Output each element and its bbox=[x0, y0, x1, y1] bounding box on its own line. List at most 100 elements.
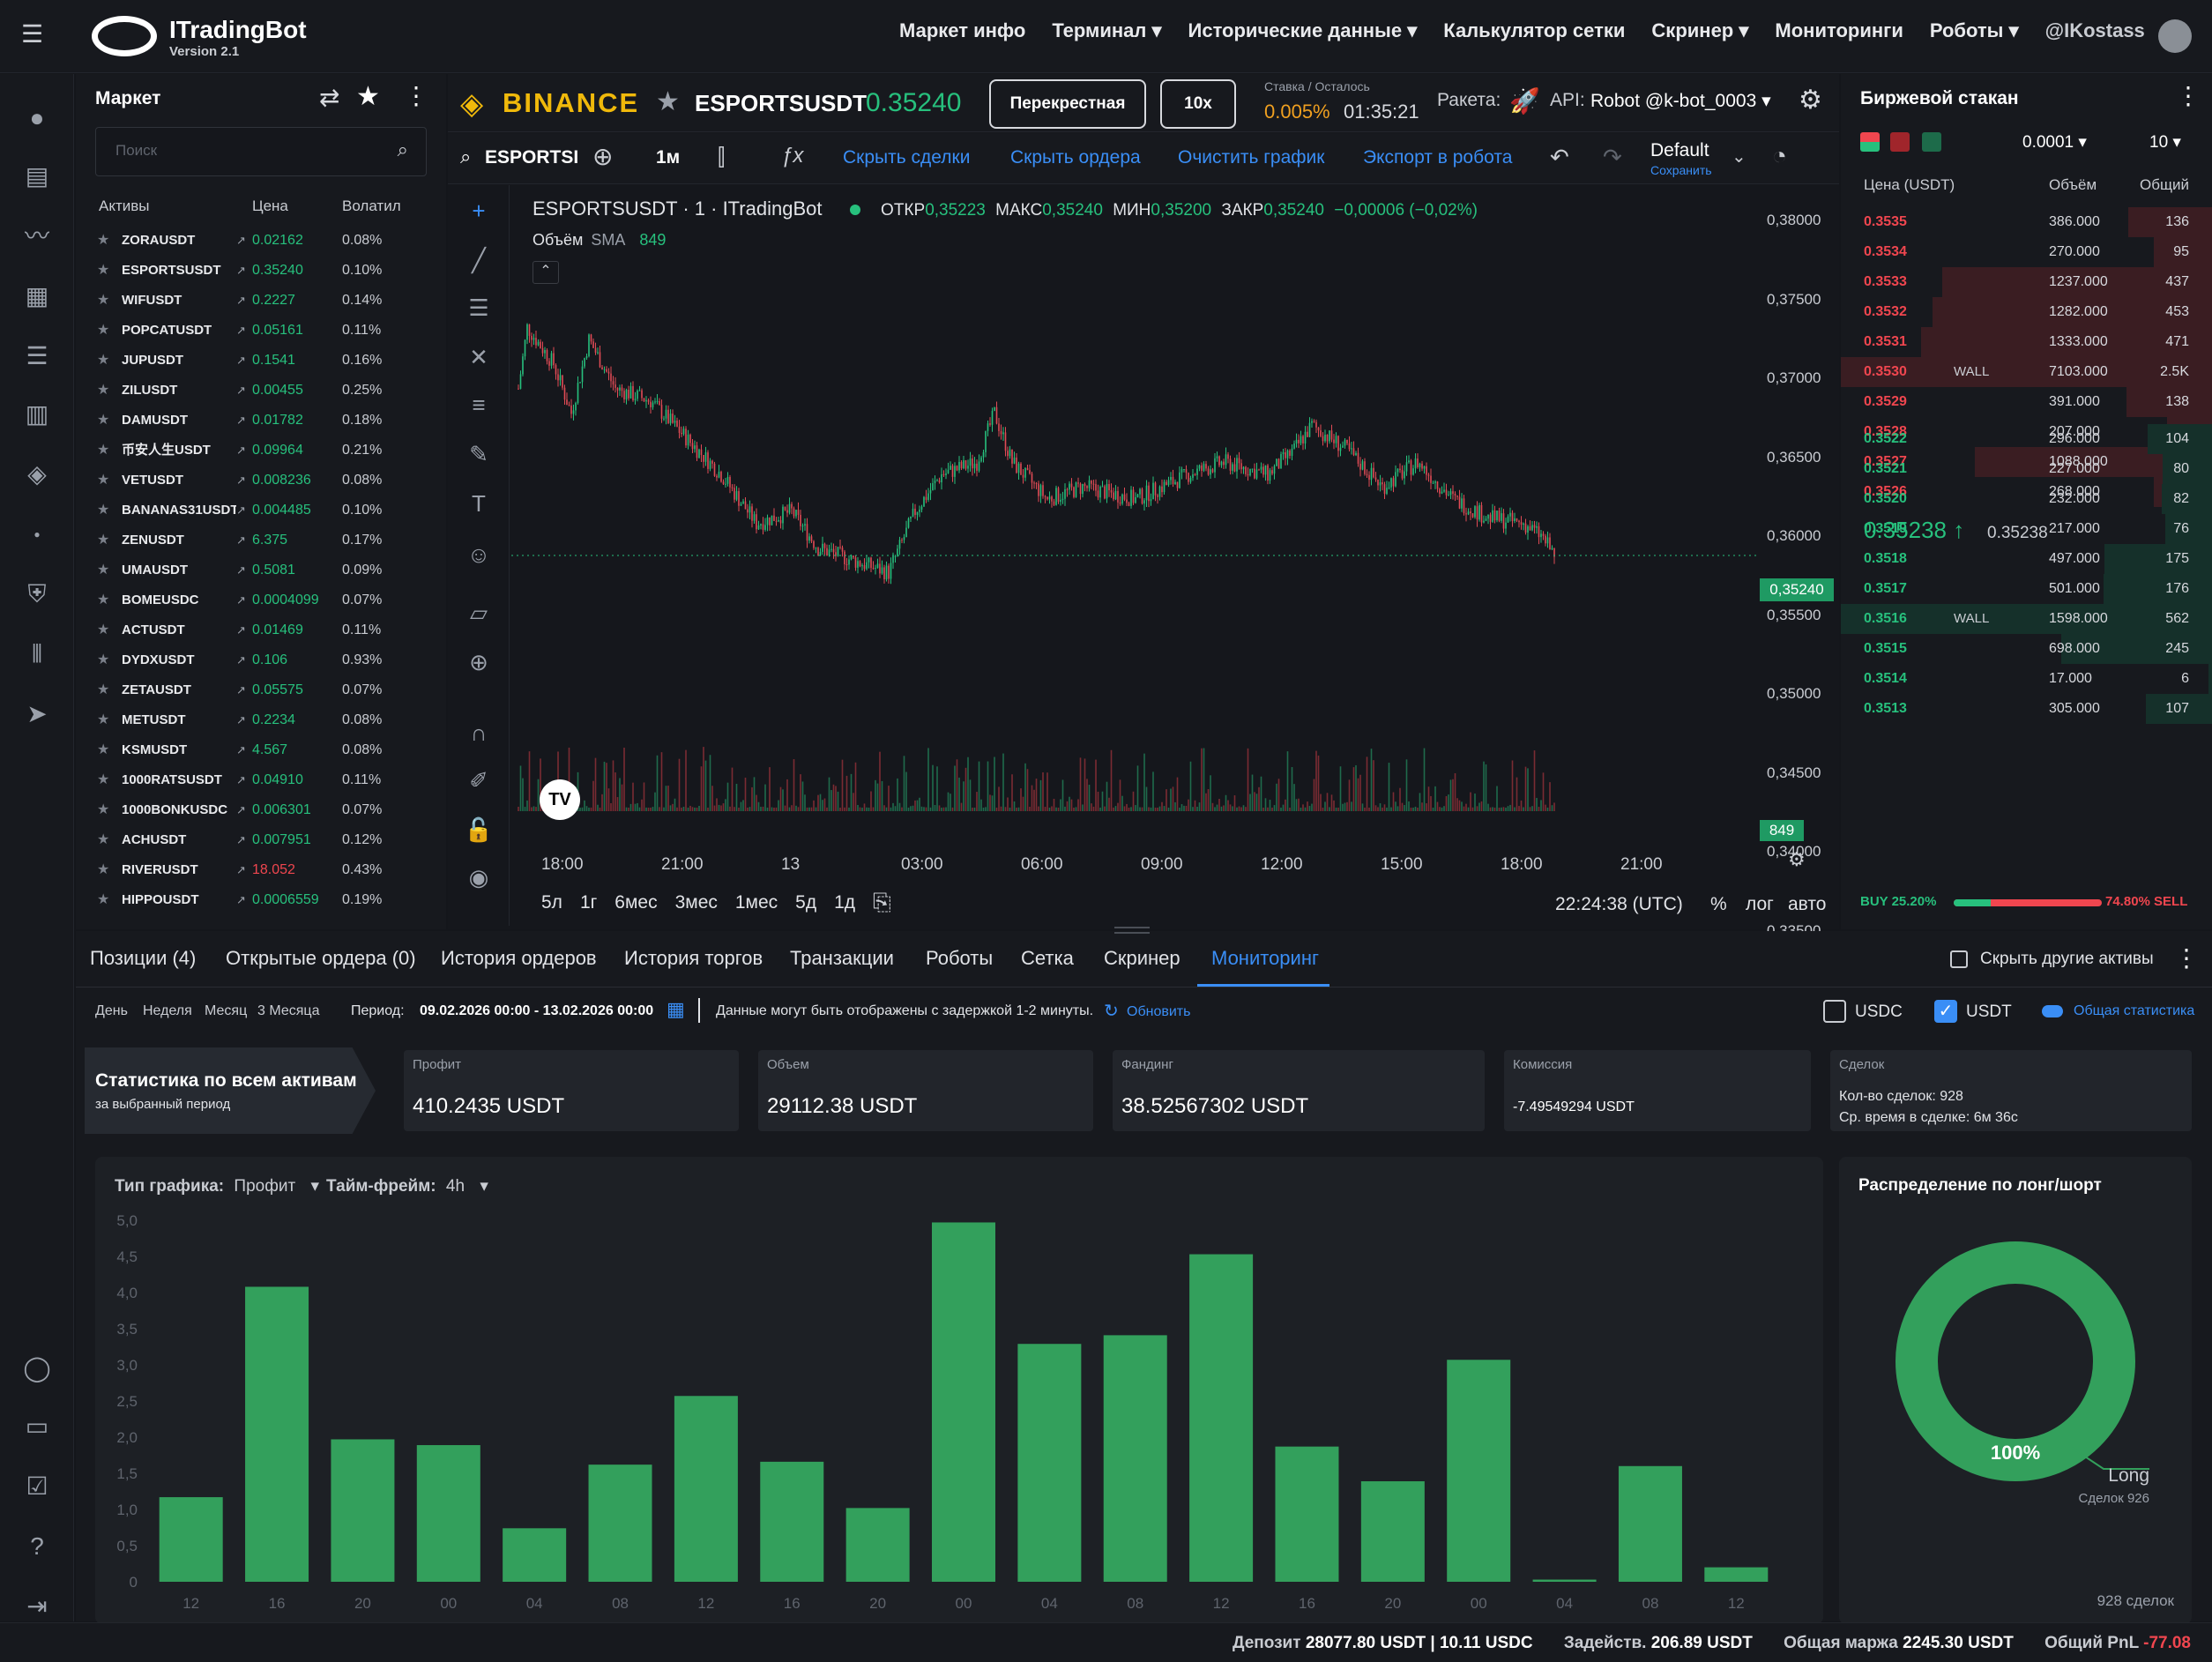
bid-row[interactable]: 0.3517 501.000 176 bbox=[1841, 574, 2212, 604]
market-row[interactable]: ★ KSMUSDT ↗ 4.567 0.08% bbox=[76, 735, 446, 765]
market-row[interactable]: ★ POPCATUSDT ↗ 0.05161 0.11% bbox=[76, 316, 446, 346]
menu-toggle-icon[interactable]: ☰ bbox=[21, 21, 51, 48]
market-row[interactable]: ★ WIFUSDT ↗ 0.2227 0.14% bbox=[76, 286, 446, 316]
zoom-icon[interactable]: ⊕ bbox=[464, 649, 494, 679]
bid-row[interactable]: 0.3513 305.000 107 bbox=[1841, 694, 2212, 724]
dashboard-icon[interactable]: ▦ bbox=[19, 279, 55, 314]
timeframe-select[interactable]: 4h bbox=[446, 1177, 465, 1196]
help-icon[interactable]: ? bbox=[19, 1529, 55, 1564]
star-icon[interactable]: ★ bbox=[97, 885, 109, 915]
star-icon[interactable]: ★ bbox=[97, 436, 109, 466]
open-link-icon[interactable]: ↗ bbox=[236, 256, 246, 286]
period-day[interactable]: День bbox=[95, 1003, 128, 1019]
more-icon[interactable]: ⋮ bbox=[404, 81, 428, 110]
view-both-icon[interactable] bbox=[1860, 132, 1880, 152]
pattern-icon[interactable]: ✕ bbox=[464, 344, 494, 374]
profit-bar[interactable] bbox=[1532, 1579, 1597, 1582]
fib-icon[interactable]: ☰ bbox=[464, 294, 494, 324]
profit-bar[interactable] bbox=[1189, 1254, 1254, 1582]
profit-bar[interactable] bbox=[1447, 1360, 1511, 1582]
bybit-icon[interactable]: ● bbox=[19, 517, 55, 552]
open-link-icon[interactable]: ↗ bbox=[236, 316, 246, 346]
col-vol[interactable]: Волатил bbox=[342, 198, 401, 215]
symbol-search-input[interactable]: ESPORTSI bbox=[485, 147, 578, 168]
checklist-icon[interactable]: ☑ bbox=[19, 1469, 55, 1504]
ask-row[interactable]: 0.3534 270.000 95 bbox=[1841, 237, 2212, 267]
menu-screener[interactable]: Скринер ▾ bbox=[1651, 19, 1748, 42]
profit-bar[interactable] bbox=[416, 1445, 480, 1582]
market-symbol[interactable]: HIPPOUSDT bbox=[122, 885, 236, 915]
range-button[interactable]: 6мес bbox=[614, 892, 657, 924]
indicators-icon[interactable]: ƒx bbox=[781, 144, 803, 168]
star-icon[interactable]: ★ bbox=[97, 735, 109, 765]
open-link-icon[interactable]: ↗ bbox=[236, 825, 246, 855]
export-robot-link[interactable]: Экспорт в робота bbox=[1363, 147, 1512, 168]
star-icon[interactable]: ★ bbox=[97, 286, 109, 316]
usdc-checkbox[interactable] bbox=[1823, 1000, 1846, 1023]
tab-trade-history[interactable]: История торгов bbox=[624, 947, 763, 970]
add-symbol-icon[interactable]: ⊕ bbox=[592, 142, 613, 171]
timeframe-caret-icon[interactable]: ▾ bbox=[480, 1177, 488, 1196]
open-link-icon[interactable]: ↗ bbox=[236, 705, 246, 735]
profit-bar[interactable] bbox=[1360, 1481, 1425, 1582]
market-row[interactable]: ★ VETUSDT ↗ 0.008236 0.08% bbox=[76, 466, 446, 496]
menu-market-info[interactable]: Маркет инфо bbox=[899, 19, 1025, 42]
ask-row[interactable]: 0.3530 WALL 7103.000 2.5K bbox=[1841, 357, 2212, 387]
bid-row[interactable]: 0.3522 296.000 104 bbox=[1841, 424, 2212, 454]
market-symbol[interactable]: ZENUSDT bbox=[122, 525, 236, 555]
scale-percent[interactable]: % bbox=[1710, 894, 1727, 915]
profit-bar[interactable] bbox=[588, 1464, 652, 1582]
period-value[interactable]: 09.02.2026 00:00 - 13.02.2026 00:00 bbox=[420, 1003, 653, 1019]
trend-icon[interactable]: 〰 bbox=[19, 219, 55, 254]
profit-bar[interactable] bbox=[1704, 1567, 1769, 1582]
market-symbol[interactable]: 1000RATSUSDT bbox=[122, 765, 236, 795]
book-icon[interactable]: ▭ bbox=[19, 1409, 55, 1444]
shield-icon[interactable]: ⛨ bbox=[19, 577, 55, 612]
star-icon[interactable]: ★ bbox=[97, 705, 109, 735]
tick-select[interactable]: 0.0001 ▾ bbox=[2022, 132, 2087, 153]
market-row[interactable]: ★ UMAUSDT ↗ 0.5081 0.09% bbox=[76, 555, 446, 585]
star-icon[interactable]: ★ bbox=[97, 496, 109, 525]
logo-small-icon[interactable]: ◯ bbox=[19, 1351, 55, 1386]
open-link-icon[interactable]: ↗ bbox=[236, 855, 246, 885]
market-symbol[interactable]: ACTUSDT bbox=[122, 615, 236, 645]
market-row[interactable]: ★ HIPPOUSDT ↗ 0.0006559 0.19% bbox=[76, 885, 446, 915]
price-chart[interactable] bbox=[511, 185, 1760, 846]
candles-icon[interactable]: ⫴ bbox=[19, 637, 55, 672]
rocket-icon[interactable]: 🚀 bbox=[1509, 86, 1540, 116]
clear-chart-link[interactable]: Очистить график bbox=[1178, 147, 1324, 168]
profit-bar[interactable] bbox=[159, 1497, 223, 1582]
market-symbol[interactable]: ACHUSDT bbox=[122, 825, 236, 855]
market-symbol[interactable]: ESPORTSUSDT bbox=[122, 256, 236, 286]
profit-bar[interactable] bbox=[760, 1461, 824, 1582]
total-stats-toggle[interactable] bbox=[2042, 1005, 2063, 1017]
user-avatar[interactable] bbox=[2158, 19, 2192, 53]
profit-bar[interactable] bbox=[1275, 1446, 1339, 1582]
open-link-icon[interactable]: ↗ bbox=[236, 555, 246, 585]
star-icon[interactable]: ★ bbox=[97, 795, 109, 825]
open-link-icon[interactable]: ↗ bbox=[236, 885, 246, 915]
swap-icon[interactable]: ⇄ bbox=[319, 83, 339, 112]
tab-screener[interactable]: Скринер bbox=[1104, 947, 1180, 970]
period-month[interactable]: Месяц bbox=[205, 1003, 247, 1019]
favorites-star-icon[interactable]: ★ bbox=[356, 81, 380, 112]
market-symbol[interactable]: ZILUSDT bbox=[122, 376, 236, 406]
star-icon[interactable]: ★ bbox=[97, 555, 109, 585]
menu-terminal[interactable]: Терминал ▾ bbox=[1052, 19, 1161, 42]
tab-grid[interactable]: Сетка bbox=[1021, 947, 1074, 970]
leverage-button[interactable]: 10x bbox=[1160, 79, 1236, 129]
open-link-icon[interactable]: ↗ bbox=[236, 286, 246, 316]
scale-auto[interactable]: авто bbox=[1788, 894, 1826, 915]
ask-row[interactable]: 0.3532 1282.000 453 bbox=[1841, 297, 2212, 327]
bid-row[interactable]: 0.3514 17.000 6 bbox=[1841, 664, 2212, 694]
open-link-icon[interactable]: ↗ bbox=[236, 675, 246, 705]
time-settings-icon[interactable]: ⚙ bbox=[1788, 848, 1806, 871]
market-row[interactable]: ★ ACTUSDT ↗ 0.01469 0.11% bbox=[76, 615, 446, 645]
trendline-icon[interactable]: ╱ bbox=[464, 247, 494, 277]
eye-icon[interactable]: ◉ bbox=[464, 864, 494, 894]
market-symbol[interactable]: DAMUSDT bbox=[122, 406, 236, 436]
open-link-icon[interactable]: ↗ bbox=[236, 735, 246, 765]
crosshair-icon[interactable]: + bbox=[464, 198, 494, 227]
api-select[interactable]: Robot @k-bot_0003 ▾ bbox=[1590, 90, 1771, 112]
star-icon[interactable]: ★ bbox=[97, 466, 109, 496]
